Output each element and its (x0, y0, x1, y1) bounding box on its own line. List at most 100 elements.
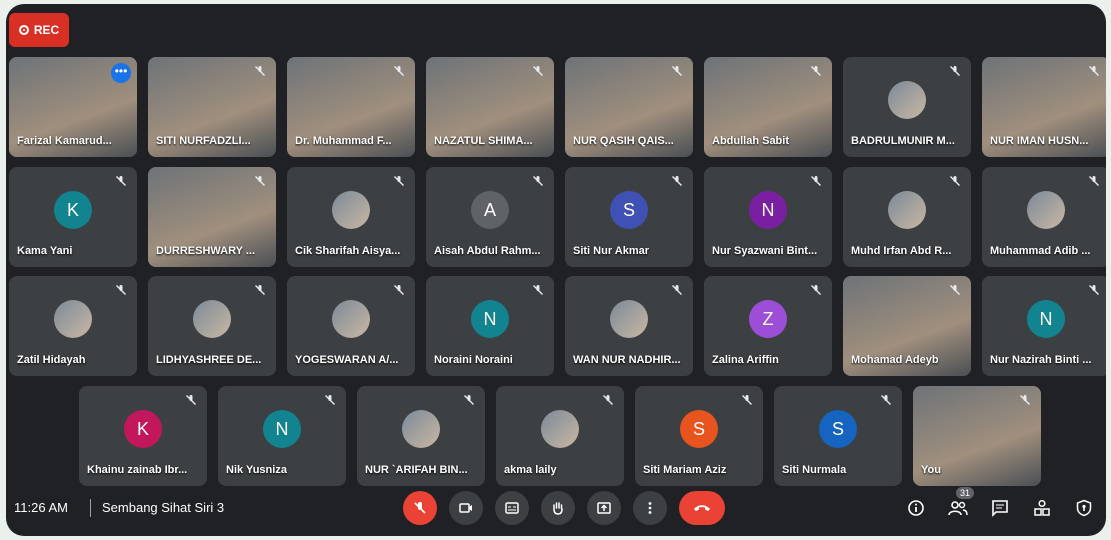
mic-off-icon (879, 394, 893, 408)
participant-tile[interactable]: Dr. Muhammad F... (287, 57, 415, 157)
participant-tile[interactable]: Abdullah Sabit (704, 57, 832, 157)
present-button[interactable] (587, 491, 621, 525)
participant-tile[interactable]: Mohamad Adeyb (843, 276, 971, 376)
recording-label: REC (33, 23, 60, 37)
participant-row: ••• Farizal Kamarud... SITI NURFADZLI... Dr… (9, 57, 1106, 157)
info-icon (908, 500, 924, 516)
participant-name: Zalina Ariffin (712, 354, 779, 366)
mic-off-icon (740, 394, 754, 408)
participants-count-badge: 31 (956, 487, 975, 499)
chat-icon (992, 500, 1008, 517)
participant-tile[interactable]: S Siti Nur Akmar (565, 167, 693, 267)
participant-tile[interactable]: Z Zalina Ariffin (704, 276, 832, 376)
participant-tile[interactable]: S Siti Nurmala (774, 386, 902, 486)
participant-tile[interactable]: You (913, 386, 1041, 486)
avatar-photo (610, 300, 648, 338)
participant-name: Dr. Muhammad F... (295, 135, 392, 147)
participant-tile[interactable]: Muhammad Adib ... (982, 167, 1106, 267)
mic-off-icon (809, 65, 823, 79)
mic-off-icon (323, 394, 337, 408)
raise-hand-button[interactable] (541, 491, 575, 525)
camera-toggle-button[interactable] (449, 491, 483, 525)
participant-tile[interactable]: N Nur Syazwani Bint... (704, 167, 832, 267)
participant-name: SITI NURFADZLI... (156, 135, 251, 147)
mic-off-icon (392, 175, 406, 189)
participant-row: K Khainu zainab Ibr... N Nik Yusniza NUR `AR… (79, 386, 1041, 486)
mic-off-icon (948, 65, 962, 79)
participant-name: DURRESHWARY ... (156, 245, 256, 257)
mic-off-icon (1018, 394, 1032, 408)
end-call-icon (694, 505, 710, 511)
participant-name: akma laily (504, 464, 557, 476)
avatar: N (1027, 300, 1065, 338)
captions-button[interactable] (495, 491, 529, 525)
participant-tile[interactable]: NUR IMAN HUSN... (982, 57, 1106, 157)
mic-toggle-button[interactable] (403, 491, 437, 525)
participant-tile[interactable]: ••• Farizal Kamarud... (9, 57, 137, 157)
participant-name: NUR QASIH QAIS... (573, 135, 674, 147)
participant-tile[interactable]: WAN NUR NADHIR... (565, 276, 693, 376)
avatar-photo (888, 81, 926, 119)
participant-row: K Kama Yani DURRESHWARY ... Cik Sharifah Ai… (9, 167, 1106, 267)
host-controls-button[interactable] (1072, 496, 1096, 520)
participant-tile[interactable]: NUR QASIH QAIS... (565, 57, 693, 157)
end-call-button[interactable] (679, 491, 725, 525)
participant-tile[interactable]: SITI NURFADZLI... (148, 57, 276, 157)
mic-off-icon (392, 284, 406, 298)
avatar: N (471, 300, 509, 338)
tile-options-icon[interactable]: ••• (111, 63, 131, 83)
avatar: S (819, 410, 857, 448)
avatar: N (749, 191, 787, 229)
participant-tile[interactable]: K Khainu zainab Ibr... (79, 386, 207, 486)
participant-row: Zatil Hidayah LIDHYASHREE DE... YOGESWARAN… (9, 276, 1106, 376)
participant-tile[interactable]: Cik Sharifah Aisya... (287, 167, 415, 267)
participant-tile[interactable]: NUR `ARIFAH BIN... (357, 386, 485, 486)
participant-name: Cik Sharifah Aisya... (295, 245, 401, 257)
mic-off-icon (809, 284, 823, 298)
participant-tile[interactable]: BADRULMUNIR M... (843, 57, 971, 157)
participant-tile[interactable]: A Aisah Abdul Rahm... (426, 167, 554, 267)
avatar-photo (1027, 191, 1065, 229)
participant-name: Siti Mariam Aziz (643, 464, 727, 476)
mic-off-icon (1087, 175, 1101, 189)
participant-name: Siti Nurmala (782, 464, 847, 476)
participant-name: NUR `ARIFAH BIN... (365, 464, 468, 476)
participant-tile[interactable]: LIDHYASHREE DE... (148, 276, 276, 376)
participant-name: NUR IMAN HUSN... (990, 135, 1089, 147)
participant-name: You (921, 464, 941, 476)
mic-off-icon (670, 175, 684, 189)
captions-icon (505, 502, 519, 514)
mic-off-icon (809, 175, 823, 189)
participant-tile[interactable]: YOGESWARAN A/... (287, 276, 415, 376)
avatar-photo (54, 300, 92, 338)
activities-icon (1034, 499, 1050, 516)
more-options-button[interactable] (633, 491, 667, 525)
avatar: Z (749, 300, 787, 338)
participant-tile[interactable]: Zatil Hidayah (9, 276, 137, 376)
meeting-details-button[interactable] (904, 496, 928, 520)
participant-tile[interactable]: N Nur Nazirah Binti ... (982, 276, 1106, 376)
participant-tile[interactable]: DURRESHWARY ... (148, 167, 276, 267)
participant-tile[interactable]: N Noraini Noraini (426, 276, 554, 376)
participant-name: Muhammad Adib ... (990, 245, 1091, 257)
participant-tile[interactable]: NAZATUL SHIMA... (426, 57, 554, 157)
side-controls: 31 (904, 487, 1096, 520)
participant-tile[interactable]: akma laily (496, 386, 624, 486)
camera-icon (459, 503, 472, 513)
people-button[interactable]: 31 (946, 487, 975, 520)
mic-off-icon (414, 502, 426, 514)
avatar-photo (888, 191, 926, 229)
activities-button[interactable] (1030, 496, 1054, 520)
participant-tile[interactable]: K Kama Yani (9, 167, 137, 267)
mic-off-icon (114, 175, 128, 189)
participant-tile[interactable]: N Nik Yusniza (218, 386, 346, 486)
participant-tile[interactable]: S Siti Mariam Aziz (635, 386, 763, 486)
mic-off-icon (184, 394, 198, 408)
mic-off-icon (253, 175, 267, 189)
participant-name: YOGESWARAN A/... (295, 354, 399, 366)
participant-tile[interactable]: Muhd Irfan Abd R... (843, 167, 971, 267)
avatar: A (471, 191, 509, 229)
chat-button[interactable] (988, 496, 1012, 520)
participant-name: Khainu zainab Ibr... (87, 464, 188, 476)
avatar: S (680, 410, 718, 448)
